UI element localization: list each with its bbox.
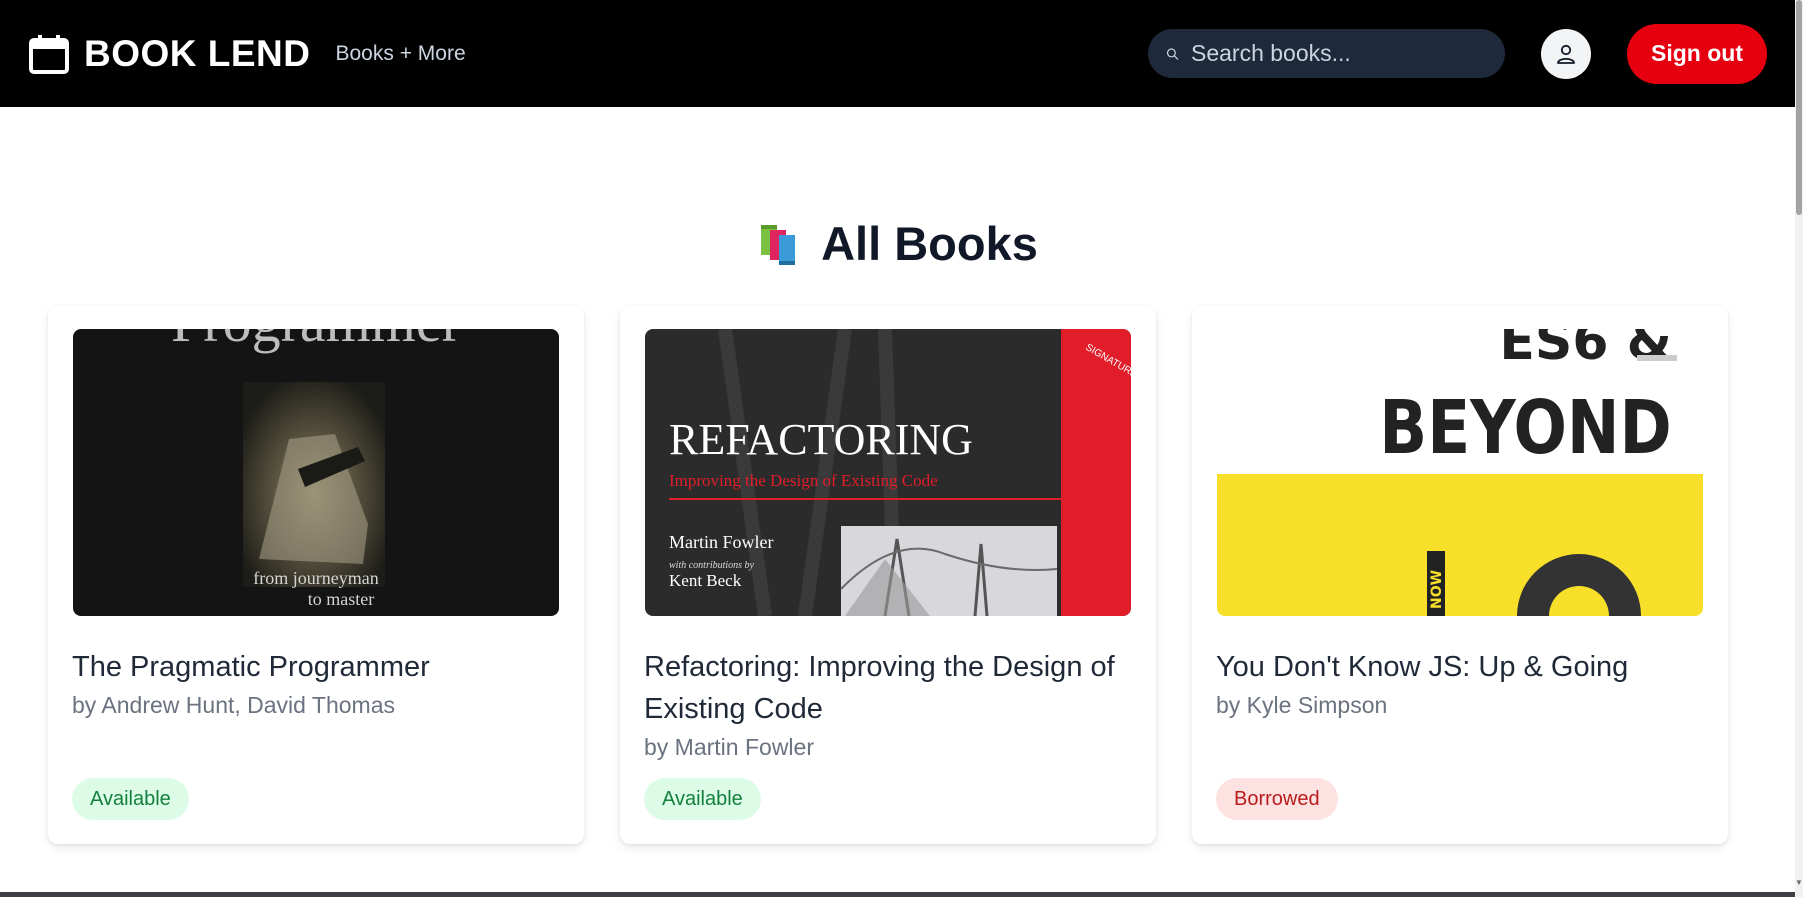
book-cover[interactable]: ES6 & BEYOND NOW <box>1217 329 1703 616</box>
sign-out-button[interactable]: Sign out <box>1627 23 1767 84</box>
status-badge: Available <box>644 778 761 820</box>
brand-tagline: Books + More <box>335 41 466 65</box>
scroll-down-arrow-icon[interactable]: ▼ <box>1795 879 1803 887</box>
cover-subtitle-text: Improving the Design of Existing Code <box>669 471 938 490</box>
book-author: by Kyle Simpson <box>1216 692 1388 718</box>
profile-button[interactable] <box>1541 28 1591 79</box>
book-card[interactable]: ES6 & BEYOND NOW You Don't Know JS: Up &… <box>1192 306 1728 844</box>
top-navbar: BOOK LEND Books + More Sign out <box>0 0 1795 107</box>
calendar-icon <box>29 34 69 74</box>
user-icon <box>1557 44 1575 64</box>
book-title[interactable]: The Pragmatic Programmer <box>72 646 562 688</box>
cover-subtitle-line1: from journeyman <box>253 568 378 588</box>
cover-title-text: REFACTORING <box>669 415 973 464</box>
cover-subtitle-line2: to master <box>308 589 374 609</box>
book-cover-image: Programmer from journeyman to master <box>73 329 559 616</box>
search-icon <box>1166 47 1179 60</box>
book-card[interactable]: Programmer from journeyman to master The… <box>48 306 584 844</box>
book-author: by Andrew Hunt, David Thomas <box>72 692 396 718</box>
cover-author-text: Martin Fowler <box>669 532 773 552</box>
brand-name: BOOK LEND <box>84 32 311 74</box>
cover-contrib-text: with contributions by <box>669 560 755 571</box>
book-cover-image: ES6 & BEYOND NOW <box>1217 329 1703 616</box>
search-box[interactable] <box>1148 29 1505 78</box>
book-cover-image: SIGNATURE BOOK REFACTORING Improving the… <box>645 329 1131 616</box>
cover-contrib-name: Kent Beck <box>669 571 742 590</box>
page-title: All Books <box>821 217 1038 270</box>
books-icon <box>761 224 796 265</box>
status-badge: Available <box>72 778 189 820</box>
search-input[interactable] <box>1191 29 1487 78</box>
book-title[interactable]: You Don't Know JS: Up & Going <box>1216 646 1706 688</box>
book-card[interactable]: SIGNATURE BOOK REFACTORING Improving the… <box>620 306 1156 844</box>
book-title[interactable]: Refactoring: Improving the Design of Exi… <box>644 646 1134 730</box>
cover-title-line2: BEYOND <box>1379 385 1671 471</box>
scrollbar-thumb[interactable] <box>1796 0 1802 215</box>
cover-series-text: NOW <box>1429 570 1445 609</box>
book-cover[interactable]: SIGNATURE BOOK REFACTORING Improving the… <box>645 329 1131 616</box>
window-bottom-edge <box>0 892 1795 897</box>
cover-title-line1: ES6 & <box>1499 329 1672 372</box>
vertical-scrollbar[interactable]: ▼ <box>1795 0 1803 897</box>
book-author: by Martin Fowler <box>644 734 814 760</box>
status-badge: Borrowed <box>1216 778 1338 820</box>
cover-title-text: Programmer <box>171 329 461 354</box>
brand[interactable]: BOOK LEND Books + More <box>28 33 466 75</box>
page-heading: All Books <box>0 216 1795 271</box>
book-cover[interactable]: Programmer from journeyman to master <box>73 329 559 616</box>
